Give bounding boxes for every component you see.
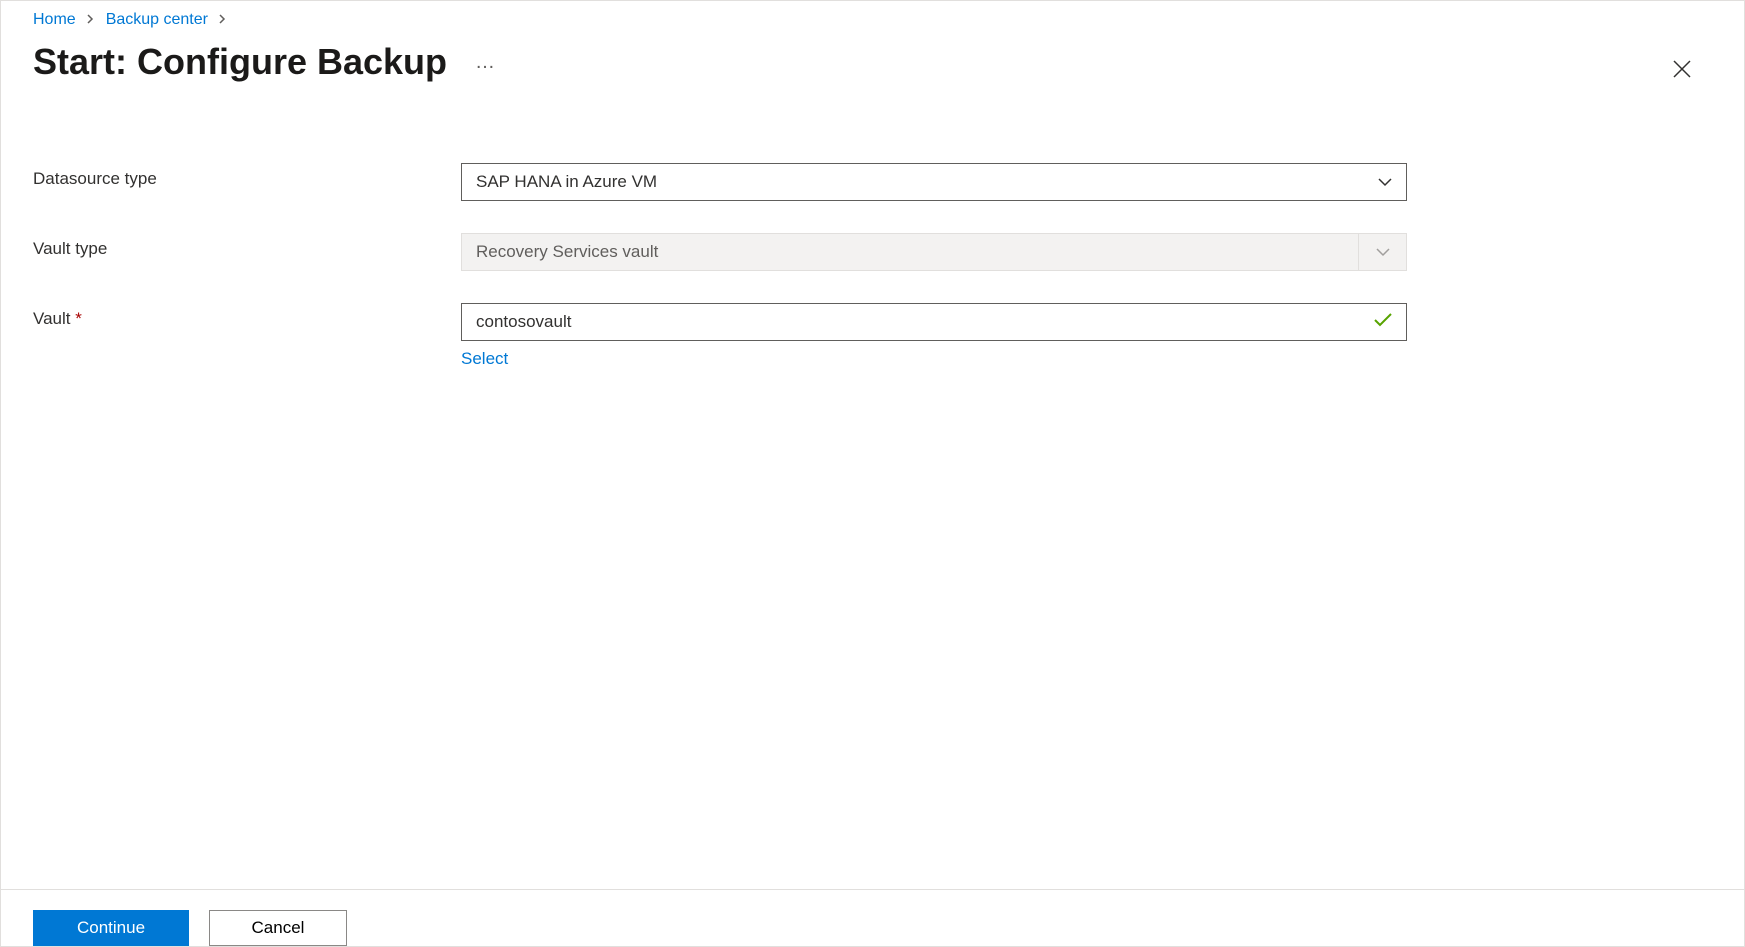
close-button[interactable]: [1668, 57, 1696, 85]
checkmark-icon: [1374, 312, 1392, 332]
page-title: Start: Configure Backup: [33, 41, 447, 83]
chevron-right-icon: [218, 11, 228, 29]
vault-type-select: Recovery Services vault: [461, 233, 1407, 271]
more-actions-button[interactable]: …: [475, 51, 497, 74]
title-row: Start: Configure Backup …: [1, 29, 1744, 83]
datasource-type-label: Datasource type: [33, 163, 461, 189]
vault-label-text: Vault: [33, 309, 71, 328]
vault-label: Vault *: [33, 303, 461, 329]
vault-row: Vault * contosovault Select: [33, 303, 1712, 369]
close-icon: [1672, 59, 1692, 84]
vault-type-row: Vault type Recovery Services vault: [33, 233, 1712, 271]
footer: Continue Cancel: [1, 889, 1744, 946]
vault-value: contosovault: [476, 312, 571, 332]
chevron-down-icon: [1358, 234, 1406, 270]
vault-type-value: Recovery Services vault: [476, 242, 658, 262]
chevron-right-icon: [86, 11, 96, 29]
breadcrumb-backup-center[interactable]: Backup center: [106, 11, 208, 29]
breadcrumb: Home Backup center: [1, 1, 1744, 29]
cancel-button[interactable]: Cancel: [209, 910, 347, 946]
datasource-type-value: SAP HANA in Azure VM: [476, 172, 657, 192]
form-area: Datasource type SAP HANA in Azure VM Vau…: [1, 83, 1744, 369]
vault-input[interactable]: contosovault: [461, 303, 1407, 341]
datasource-type-select[interactable]: SAP HANA in Azure VM: [461, 163, 1407, 201]
datasource-type-row: Datasource type SAP HANA in Azure VM: [33, 163, 1712, 201]
chevron-down-icon: [1378, 172, 1392, 192]
continue-button[interactable]: Continue: [33, 910, 189, 946]
breadcrumb-home[interactable]: Home: [33, 11, 76, 29]
required-marker: *: [75, 309, 82, 328]
select-vault-link[interactable]: Select: [461, 349, 508, 369]
vault-type-label: Vault type: [33, 233, 461, 259]
